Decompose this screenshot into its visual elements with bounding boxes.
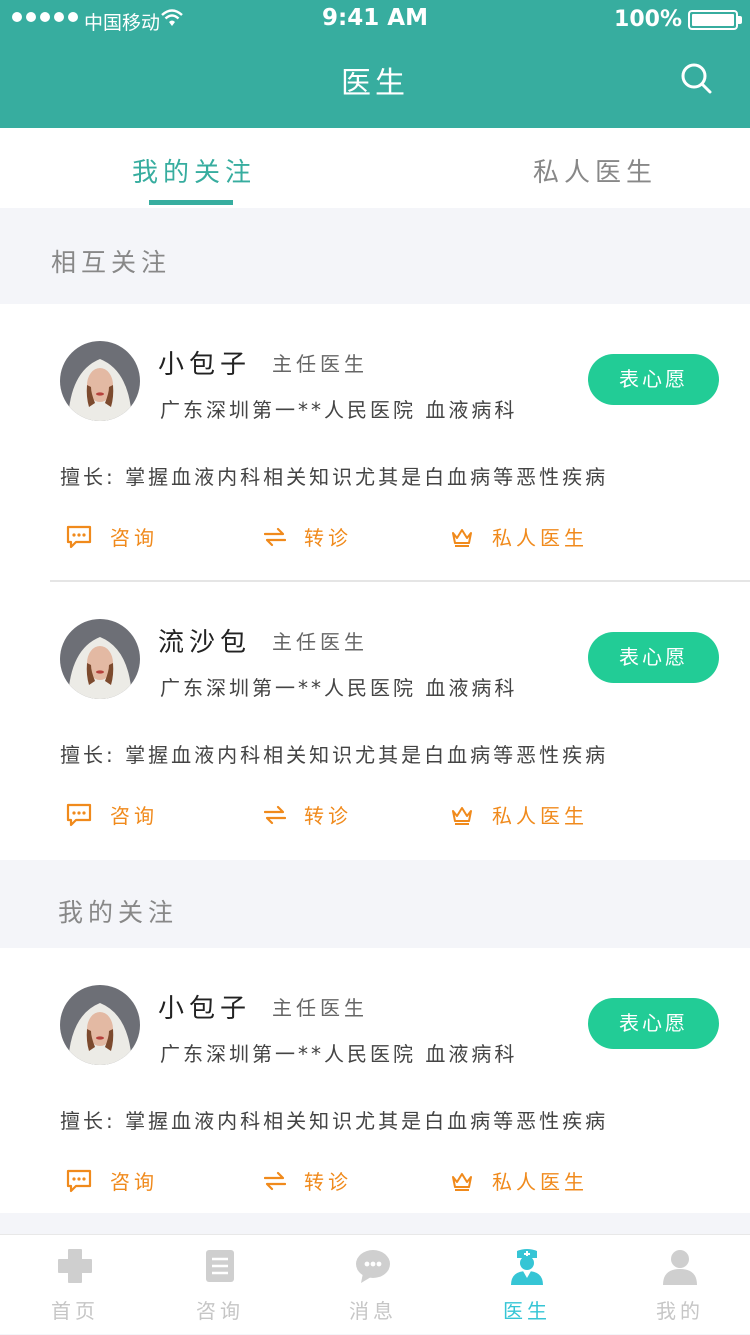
tab-indicator — [149, 200, 233, 205]
private-doctor-label: 私人医生 — [492, 526, 588, 550]
private-doctor-button[interactable]: 私人医生 — [450, 522, 588, 551]
referral-button[interactable]: 转诊 — [264, 1166, 352, 1195]
nav-label: 咨询 — [196, 1299, 244, 1323]
crown-icon — [452, 806, 472, 825]
referral-label: 转诊 — [304, 1170, 352, 1194]
nav-label: 我的 — [656, 1299, 704, 1323]
doctor-specialty: 擅长: 掌握血液内科相关知识尤其是白血病等恶性疾病 — [60, 1109, 609, 1133]
nav-label: 医生 — [503, 1299, 551, 1323]
doctor-hospital: 广东深圳第一**人民医院 血液病科 — [160, 676, 518, 700]
nav-profile[interactable]: 我的 — [605, 1235, 750, 1335]
avatar — [60, 341, 140, 421]
user-icon — [663, 1250, 697, 1285]
wish-button[interactable]: 表心愿 — [588, 998, 719, 1049]
nav-doctor[interactable]: 医生 — [452, 1235, 602, 1335]
crown-icon — [452, 528, 472, 547]
battery-percent: 100% — [614, 7, 682, 32]
consult-label: 咨询 — [110, 526, 158, 550]
doctor-name: 流沙包 — [158, 628, 252, 658]
private-doctor-label: 私人医生 — [492, 804, 588, 828]
consult-button[interactable]: 咨询 — [66, 522, 158, 551]
doctor-hospital: 广东深圳第一**人民医院 血液病科 — [160, 1042, 518, 1066]
battery-tip — [738, 16, 742, 24]
transfer-icon — [264, 1171, 286, 1190]
battery-icon — [688, 10, 738, 30]
chat-icon — [66, 803, 92, 826]
nav-consult[interactable]: 咨询 — [145, 1235, 295, 1335]
search-icon[interactable] — [680, 62, 712, 94]
avatar — [60, 985, 140, 1065]
doctor-specialty: 擅长: 掌握血液内科相关知识尤其是白血病等恶性疾病 — [60, 743, 609, 767]
nav-label: 首页 — [51, 1299, 99, 1323]
referral-label: 转诊 — [304, 804, 352, 828]
doctor-rank: 主任医生 — [272, 630, 368, 654]
consult-button[interactable]: 咨询 — [66, 800, 158, 829]
doctor-name: 小包子 — [158, 994, 252, 1024]
doctor-rank: 主任医生 — [272, 996, 368, 1020]
chat-icon — [66, 1169, 92, 1192]
section-title-mutual: 相互关注 — [51, 248, 172, 277]
private-doctor-label: 私人医生 — [492, 1170, 588, 1194]
doctor-card[interactable]: 小包子 主任医生 广东深圳第一**人民医院 血液病科 表心愿 擅长: 掌握血液内… — [0, 304, 750, 582]
doctor-card[interactable]: 流沙包 主任医生 广东深圳第一**人民医院 血液病科 表心愿 擅长: 掌握血液内… — [0, 582, 750, 860]
private-doctor-button[interactable]: 私人医生 — [450, 1166, 588, 1195]
doctor-card[interactable]: 小包子 主任医生 广东深圳第一**人民医院 血液病科 表心愿 擅长: 掌握血液内… — [0, 948, 750, 1213]
doctor-specialty: 擅长: 掌握血液内科相关知识尤其是白血病等恶性疾病 — [60, 465, 609, 489]
wish-button[interactable]: 表心愿 — [588, 632, 719, 683]
crown-icon — [452, 1172, 472, 1191]
nav-home[interactable]: 首页 — [0, 1235, 150, 1335]
header: 中国移动 9:41 AM 100% 医生 — [0, 0, 750, 128]
consult-label: 咨询 — [110, 1170, 158, 1194]
tab-private-doctor[interactable]: 私人医生 — [533, 152, 657, 189]
avatar — [60, 619, 140, 699]
doctor-name: 小包子 — [158, 350, 252, 380]
referral-button[interactable]: 转诊 — [264, 800, 352, 829]
bottom-nav: 首页 咨询 消息 医生 我的 — [0, 1234, 750, 1334]
doctor-rank: 主任医生 — [272, 352, 368, 376]
section-title-following: 我的关注 — [58, 898, 179, 927]
private-doctor-button[interactable]: 私人医生 — [450, 800, 588, 829]
wish-button[interactable]: 表心愿 — [588, 354, 719, 405]
consult-label: 咨询 — [110, 804, 158, 828]
doctor-icon — [511, 1249, 543, 1285]
doctor-hospital: 广东深圳第一**人民医院 血液病科 — [160, 398, 518, 422]
cross-icon — [58, 1249, 92, 1283]
referral-button[interactable]: 转诊 — [264, 522, 352, 551]
transfer-icon — [264, 527, 286, 546]
tab-my-follow[interactable]: 我的关注 — [132, 152, 256, 189]
transfer-icon — [264, 805, 286, 824]
tab-bar: 我的关注 私人医生 — [0, 128, 750, 208]
nav-messages[interactable]: 消息 — [298, 1235, 448, 1335]
nav-label: 消息 — [349, 1299, 397, 1323]
document-icon — [206, 1250, 234, 1282]
status-bar: 中国移动 9:41 AM 100% — [0, 0, 750, 40]
chat-icon — [356, 1250, 390, 1283]
page-title: 医生 — [341, 66, 409, 101]
consult-button[interactable]: 咨询 — [66, 1166, 158, 1195]
referral-label: 转诊 — [304, 526, 352, 550]
chat-icon — [66, 525, 92, 548]
